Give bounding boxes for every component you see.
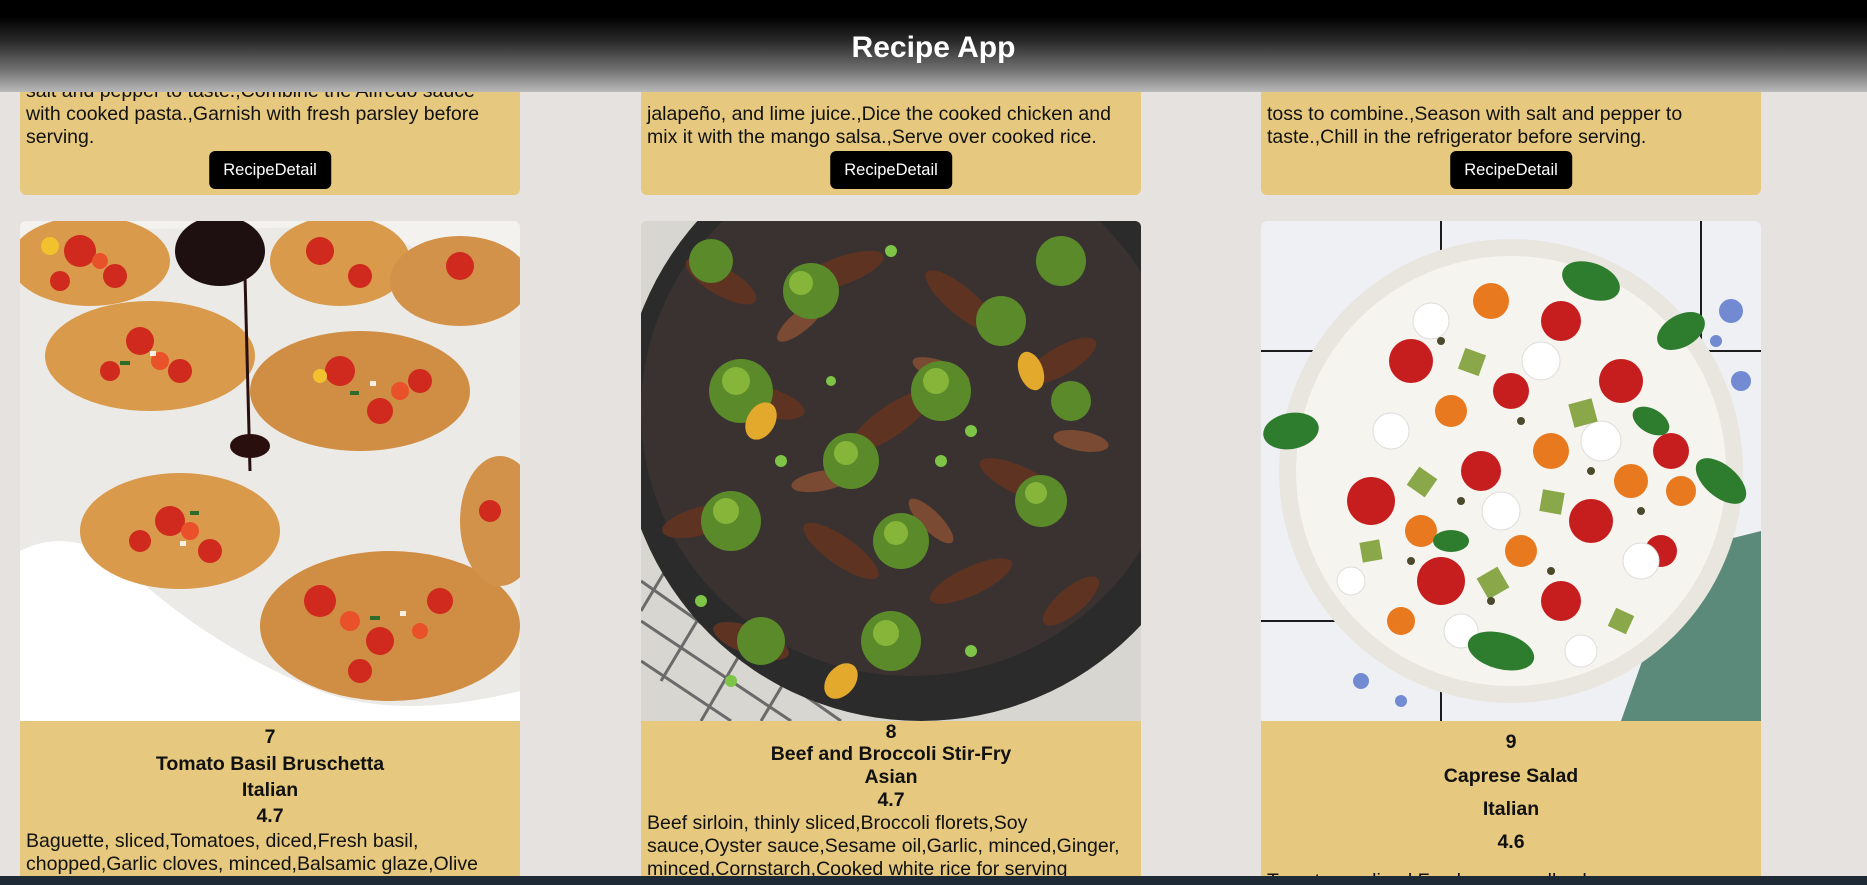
recipe-rating: 4.7 [877,789,905,811]
recipe-id: 8 [885,721,897,743]
bottom-bar [0,876,1867,885]
recipe-image-bruschetta[interactable] [20,221,520,721]
recipe-id: 9 [1505,731,1517,753]
app-title: Recipe App [851,31,1016,64]
recipe-rating: 4.7 [256,805,284,827]
recipe-cuisine: Italian [1482,798,1540,820]
recipe-detail-button[interactable]: RecipeDetail [1450,151,1572,189]
recipe-id: 7 [264,726,276,748]
recipe-name: Beef and Broccoli Stir-Fry [770,743,1012,765]
recipe-ingredients: Beef sirloin, thinly sliced,Broccoli flo… [647,812,1120,880]
recipe-steps: toss to combine.,Season with salt and pe… [1267,103,1683,148]
recipe-detail-button[interactable]: RecipeDetail [209,151,331,189]
recipe-image-beef-broccoli[interactable] [641,221,1141,721]
recipe-card-7: 7 Tomato Basil Bruschetta Italian 4.7 Ba… [20,221,520,885]
app-header: Recipe App [0,0,1867,92]
recipe-rating: 4.6 [1497,831,1525,853]
recipe-card-9: 9 Caprese Salad Italian 4.6 Tomatoes, sl… [1261,221,1761,885]
recipe-ingredients: Baguette, sliced,Tomatoes, diced,Fresh b… [26,830,478,875]
recipe-image-caprese[interactable] [1261,221,1761,721]
recipe-detail-button[interactable]: RecipeDetail [830,151,952,189]
recipe-name: Tomato Basil Bruschetta [155,753,385,775]
recipe-cuisine: Italian [241,779,299,801]
recipe-name: Caprese Salad [1443,765,1579,787]
recipe-cuisine: Asian [864,766,918,788]
recipe-card-8: 8 Beef and Broccoli Stir-Fry Asian 4.7 B… [641,221,1141,885]
recipe-steps: jalapeño, and lime juice.,Dice the cooke… [647,103,1111,148]
